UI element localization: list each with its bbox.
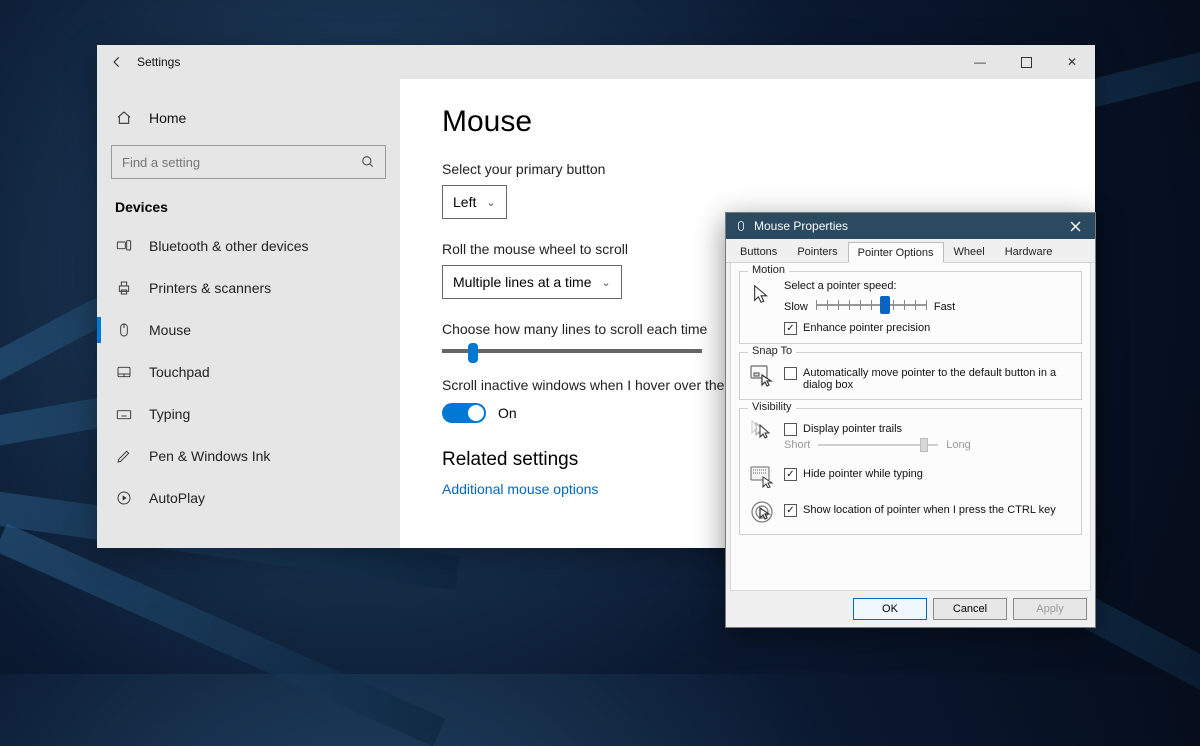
close-button[interactable]: ✕	[1049, 45, 1095, 79]
category-heading: Devices	[97, 193, 400, 225]
speed-thumb[interactable]	[880, 296, 890, 314]
sidebar-item-label: Mouse	[149, 322, 191, 338]
long-label: Long	[946, 439, 970, 451]
ctrl-locate-label: Show location of pointer when I press th…	[803, 504, 1056, 516]
touchpad-icon	[115, 364, 133, 380]
dialog-tabs: Buttons Pointers Pointer Options Wheel H…	[726, 239, 1095, 263]
roll-value: Multiple lines at a time	[453, 274, 592, 290]
enhance-precision-checkbox[interactable]	[784, 322, 797, 335]
trails-slider	[818, 438, 938, 452]
ok-button[interactable]: OK	[853, 598, 927, 620]
inactive-state: On	[498, 405, 517, 421]
devices-icon	[115, 238, 133, 254]
primary-button-select[interactable]: Left ⌄	[442, 185, 507, 219]
roll-select[interactable]: Multiple lines at a time ⌄	[442, 265, 622, 299]
sidebar-item-bluetooth[interactable]: Bluetooth & other devices	[97, 225, 400, 267]
titlebar: Settings — ✕	[97, 45, 1095, 79]
window-title: Settings	[137, 55, 180, 69]
pen-icon	[115, 448, 133, 464]
autoplay-icon	[115, 490, 133, 506]
mouse-icon	[115, 322, 133, 338]
hide-typing-checkbox[interactable]	[784, 468, 797, 481]
dialog-close-button[interactable]	[1061, 215, 1089, 237]
short-label: Short	[784, 439, 810, 451]
sidebar-item-mouse[interactable]: Mouse	[97, 309, 400, 351]
sidebar-item-typing[interactable]: Typing	[97, 393, 400, 435]
hide-typing-label: Hide pointer while typing	[803, 468, 923, 480]
chevron-down-icon: ⌄	[486, 196, 495, 209]
dialog-button-row: OK Cancel Apply	[726, 591, 1095, 627]
cancel-button[interactable]: Cancel	[933, 598, 1007, 620]
dialog-body: Motion Select a pointer speed: Slow	[730, 263, 1091, 591]
sidebar-item-label: Typing	[149, 406, 190, 422]
lines-slider[interactable]	[442, 349, 702, 353]
back-button[interactable]	[97, 55, 137, 69]
snap-group: Snap To Automatically move pointer to th…	[739, 352, 1082, 400]
fast-label: Fast	[934, 301, 955, 313]
sidebar-item-label: Touchpad	[149, 364, 210, 380]
slow-label: Slow	[784, 301, 808, 313]
trails-label: Display pointer trails	[803, 423, 902, 435]
tab-pointer-options[interactable]: Pointer Options	[848, 242, 944, 263]
printer-icon	[115, 280, 133, 296]
motion-title: Motion	[748, 264, 789, 276]
snap-checkbox[interactable]	[784, 367, 797, 380]
dialog-title: Mouse Properties	[754, 219, 848, 233]
cursor-icon	[748, 280, 776, 308]
snap-title: Snap To	[748, 345, 796, 357]
sidebar-item-label: AutoPlay	[149, 490, 205, 506]
visibility-title: Visibility	[748, 401, 796, 413]
search-box[interactable]	[111, 145, 386, 179]
page-title: Mouse	[442, 105, 1095, 139]
inactive-toggle[interactable]	[442, 403, 486, 423]
trails-checkbox[interactable]	[784, 423, 797, 436]
motion-group: Motion Select a pointer speed: Slow	[739, 271, 1082, 344]
enhance-precision-label: Enhance pointer precision	[803, 322, 930, 334]
slider-thumb[interactable]	[468, 343, 478, 363]
sidebar-item-pen[interactable]: Pen & Windows Ink	[97, 435, 400, 477]
ctrl-locate-checkbox[interactable]	[784, 504, 797, 517]
snap-icon	[748, 361, 776, 389]
apply-button[interactable]: Apply	[1013, 598, 1087, 620]
home-nav[interactable]: Home	[97, 97, 400, 139]
speed-label: Select a pointer speed:	[784, 280, 1073, 292]
tab-pointers[interactable]: Pointers	[787, 241, 847, 262]
sidebar-item-label: Printers & scanners	[149, 280, 271, 296]
keyboard-icon	[115, 406, 133, 422]
mouse-properties-dialog: Mouse Properties Buttons Pointers Pointe…	[725, 212, 1096, 628]
sidebar: Home Devices Bluetooth & other devices P…	[97, 79, 400, 548]
primary-button-label: Select your primary button	[442, 161, 1095, 177]
sidebar-item-autoplay[interactable]: AutoPlay	[97, 477, 400, 519]
tab-hardware[interactable]: Hardware	[995, 241, 1063, 262]
sidebar-item-touchpad[interactable]: Touchpad	[97, 351, 400, 393]
snap-label: Automatically move pointer to the defaul…	[803, 367, 1073, 391]
trails-icon	[748, 417, 776, 445]
search-icon	[351, 155, 385, 169]
tab-buttons[interactable]: Buttons	[730, 241, 787, 262]
minimize-button[interactable]: —	[957, 45, 1003, 79]
home-icon	[115, 109, 133, 127]
sidebar-item-printers[interactable]: Printers & scanners	[97, 267, 400, 309]
sidebar-item-label: Pen & Windows Ink	[149, 448, 270, 464]
sidebar-item-label: Bluetooth & other devices	[149, 238, 309, 254]
search-input[interactable]	[112, 146, 351, 178]
speed-slider[interactable]	[816, 298, 926, 316]
home-label: Home	[149, 110, 186, 126]
visibility-group: Visibility Display pointer trails Short	[739, 408, 1082, 535]
ctrl-locate-icon	[748, 498, 776, 526]
dialog-titlebar: Mouse Properties	[726, 213, 1095, 239]
mouse-icon	[734, 219, 748, 233]
tab-wheel[interactable]: Wheel	[944, 241, 995, 262]
hide-typing-icon	[748, 462, 776, 490]
maximize-button[interactable]	[1003, 45, 1049, 79]
chevron-down-icon: ⌄	[602, 276, 611, 289]
primary-button-value: Left	[453, 194, 476, 210]
